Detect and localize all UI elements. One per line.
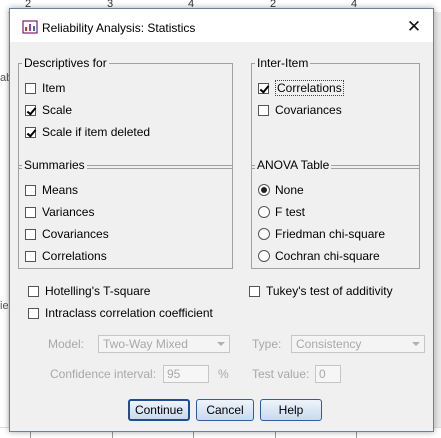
variances-checkbox[interactable]: Variances: [25, 204, 94, 220]
item-checkbox-label: Item: [42, 81, 66, 95]
icc-label: Intraclass correlation coefficient: [45, 306, 213, 320]
summaries-covariances-checkbox[interactable]: Covariances: [25, 226, 109, 242]
summaries-correlations-label: Correlations: [42, 249, 107, 263]
inter-item-correlations-checkbox-box[interactable]: [258, 82, 269, 94]
summaries-group: Summaries Means Variances Covariances Co…: [18, 158, 233, 269]
app-icon: [22, 20, 38, 34]
model-label: Model:: [48, 337, 85, 351]
test-value-label: Test value:: [252, 367, 310, 381]
item-checkbox-box[interactable]: [25, 82, 36, 94]
dialog-title: Reliability Analysis: Statistics: [42, 21, 196, 35]
scale-if-item-deleted-checkbox-box[interactable]: [25, 126, 36, 138]
background-text: ie: [0, 300, 9, 312]
scale-checkbox-box[interactable]: [25, 104, 36, 116]
background-right-strip: [435, 12, 441, 438]
tukey-checkbox[interactable]: Tukey's test of additivity: [249, 283, 393, 299]
model-select-value: Two-Way Mixed: [103, 337, 188, 351]
hotelling-checkbox-box[interactable]: [28, 285, 39, 297]
descriptives-legend: Descriptives for: [22, 56, 109, 70]
means-checkbox[interactable]: Means: [25, 182, 78, 198]
means-label: Means: [42, 183, 79, 197]
scale-if-item-deleted-checkbox[interactable]: Scale if item deleted: [25, 124, 150, 140]
type-label: Type:: [252, 337, 282, 351]
anova-none-radio-button[interactable]: [258, 184, 270, 196]
summaries-legend: Summaries: [22, 158, 87, 172]
anova-f-test-radio-button[interactable]: [258, 206, 270, 218]
test-value: 0: [319, 367, 326, 381]
variances-label: Variances: [42, 205, 95, 219]
inter-item-covariances-checkbox[interactable]: Covariances: [258, 102, 342, 118]
scale-checkbox[interactable]: Scale: [25, 102, 72, 118]
anova-table-group: ANOVA Table None F test Friedman chi-squ…: [251, 158, 420, 269]
inter-item-group: Inter-Item Correlations Covariances: [251, 56, 420, 169]
model-select: Two-Way Mixed: [98, 335, 230, 353]
tukey-checkbox-box[interactable]: [249, 285, 260, 297]
summaries-covariances-checkbox-box[interactable]: [25, 228, 36, 240]
hotelling-checkbox[interactable]: Hotelling's T-square: [28, 283, 150, 299]
inter-item-correlations-label: Correlations: [275, 80, 344, 96]
item-checkbox[interactable]: Item: [25, 80, 65, 96]
inter-item-covariances-label: Covariances: [275, 103, 342, 117]
chevron-down-icon: [217, 342, 225, 346]
help-button[interactable]: Help: [260, 399, 322, 421]
summaries-correlations-checkbox[interactable]: Correlations: [25, 248, 107, 264]
cancel-button[interactable]: Cancel: [196, 399, 254, 421]
confidence-interval-value: 95: [167, 367, 181, 381]
inter-item-legend: Inter-Item: [255, 56, 311, 70]
confidence-interval-input: 95: [163, 365, 209, 383]
descriptives-group: Descriptives for Item Scale Scale if ite…: [18, 56, 233, 169]
scale-checkbox-label: Scale: [42, 103, 73, 117]
anova-friedman-label: Friedman chi-square: [275, 227, 386, 241]
anova-f-test-label: F test: [275, 205, 306, 219]
close-icon[interactable]: ✕: [403, 17, 425, 37]
test-value-input: 0: [315, 365, 341, 383]
tukey-label: Tukey's test of additivity: [266, 284, 393, 298]
icc-checkbox-box[interactable]: [28, 307, 39, 319]
background-left-strip: ab ie: [0, 12, 12, 438]
title-bar[interactable]: Reliability Analysis: Statistics ✕: [10, 9, 433, 42]
summaries-covariances-label: Covariances: [42, 227, 109, 241]
anova-f-test-radio[interactable]: F test: [258, 204, 305, 220]
chevron-down-icon: [412, 342, 420, 346]
anova-friedman-radio[interactable]: Friedman chi-square: [258, 226, 385, 242]
anova-none-radio[interactable]: None: [258, 182, 304, 198]
anova-cochran-label: Cochran chi-square: [275, 249, 380, 263]
confidence-interval-label: Confidence interval:: [50, 367, 157, 381]
inter-item-correlations-checkbox[interactable]: Correlations: [258, 80, 344, 96]
type-select: Consistency: [291, 335, 425, 353]
anova-cochran-radio-button[interactable]: [258, 250, 270, 262]
anova-none-label: None: [275, 183, 304, 197]
percent-unit: %: [218, 367, 229, 381]
statistics-dialog: Reliability Analysis: Statistics ✕ Descr…: [9, 8, 434, 432]
icc-checkbox[interactable]: Intraclass correlation coefficient: [28, 305, 213, 321]
inter-item-covariances-checkbox-box[interactable]: [258, 104, 269, 116]
scale-if-item-deleted-label: Scale if item deleted: [42, 125, 151, 139]
anova-cochran-radio[interactable]: Cochran chi-square: [258, 248, 380, 264]
anova-friedman-radio-button[interactable]: [258, 228, 270, 240]
continue-button[interactable]: Continue: [128, 399, 190, 421]
means-checkbox-box[interactable]: [25, 184, 36, 196]
hotelling-label: Hotelling's T-square: [45, 284, 151, 298]
summaries-correlations-checkbox-box[interactable]: [25, 250, 36, 262]
type-select-value: Consistency: [296, 337, 362, 351]
variances-checkbox-box[interactable]: [25, 206, 36, 218]
anova-table-legend: ANOVA Table: [255, 158, 332, 172]
